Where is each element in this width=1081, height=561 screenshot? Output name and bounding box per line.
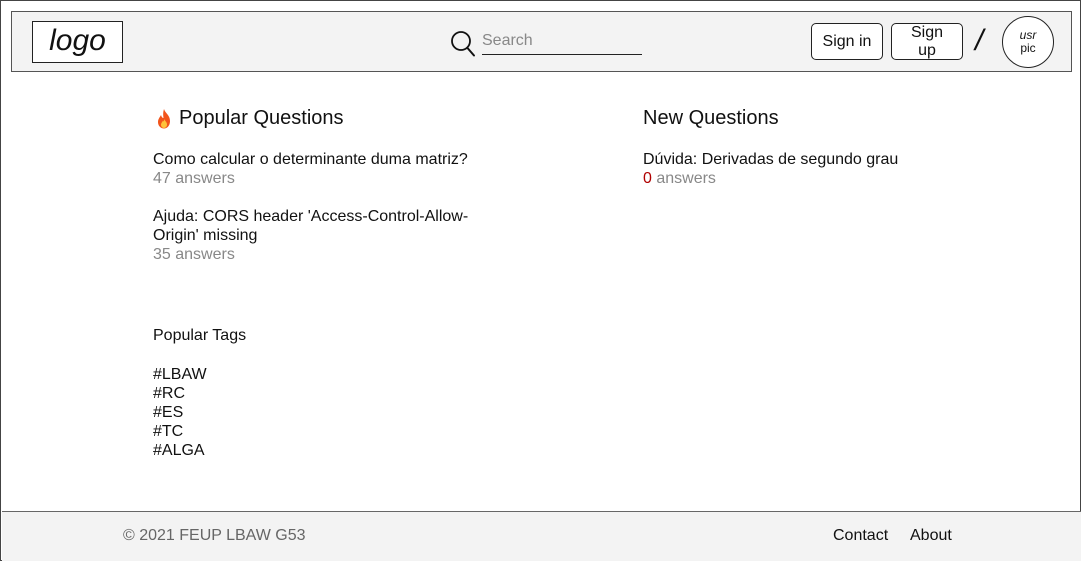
- answer-count: 0 answers: [643, 169, 973, 188]
- search-icon[interactable]: [450, 30, 476, 58]
- tag-link[interactable]: #TC: [153, 422, 207, 441]
- contact-link[interactable]: Contact: [833, 527, 888, 545]
- tag-link[interactable]: #RC: [153, 384, 207, 403]
- tag-link[interactable]: #ALGA: [153, 441, 207, 460]
- answer-count-word: answers: [651, 170, 716, 187]
- question-item: Dúvida: Derivadas de segundo grau 0 answ…: [643, 150, 973, 188]
- question-title[interactable]: Ajuda: CORS header 'Access-Control-Allow…: [153, 207, 478, 245]
- footer: © 2021 FEUP LBAW G53 Contact About: [2, 511, 1081, 561]
- copyright-text: © 2021 FEUP LBAW G53: [123, 527, 306, 544]
- answer-count: 47 answers: [153, 170, 235, 187]
- search-input[interactable]: [482, 28, 642, 55]
- popular-tags-title: Popular Tags: [153, 327, 247, 344]
- tag-link[interactable]: #ES: [153, 403, 207, 422]
- question-title[interactable]: Dúvida: Derivadas de segundo grau: [643, 150, 973, 169]
- header: logo Sign in Sign up / usr pic: [11, 11, 1072, 72]
- sign-in-button[interactable]: Sign in: [811, 23, 883, 60]
- separator: /: [975, 24, 984, 57]
- tag-link[interactable]: #LBAW: [153, 365, 207, 384]
- avatar-label-bottom: pic: [1020, 41, 1036, 55]
- answer-count-number: 0: [643, 170, 652, 187]
- question-item: Ajuda: CORS header 'Access-Control-Allow…: [153, 207, 478, 264]
- sign-up-button[interactable]: Sign up: [891, 23, 963, 60]
- fire-icon: [158, 108, 170, 128]
- question-title[interactable]: Como calcular o determinante duma matriz…: [153, 150, 483, 169]
- popular-questions-heading: Popular Questions: [153, 107, 344, 130]
- logo[interactable]: logo: [32, 21, 123, 63]
- avatar[interactable]: usr pic: [1002, 16, 1054, 68]
- popular-questions-title: Popular Questions: [179, 107, 344, 129]
- tags-list: #LBAW #RC #ES #TC #ALGA: [153, 365, 207, 460]
- page-frame: logo Sign in Sign up / usr pic Popular Q…: [0, 0, 1081, 561]
- about-link[interactable]: About: [910, 527, 952, 545]
- new-questions-title: New Questions: [643, 107, 779, 129]
- question-item: Como calcular o determinante duma matriz…: [153, 150, 483, 188]
- answer-count: 35 answers: [153, 246, 235, 263]
